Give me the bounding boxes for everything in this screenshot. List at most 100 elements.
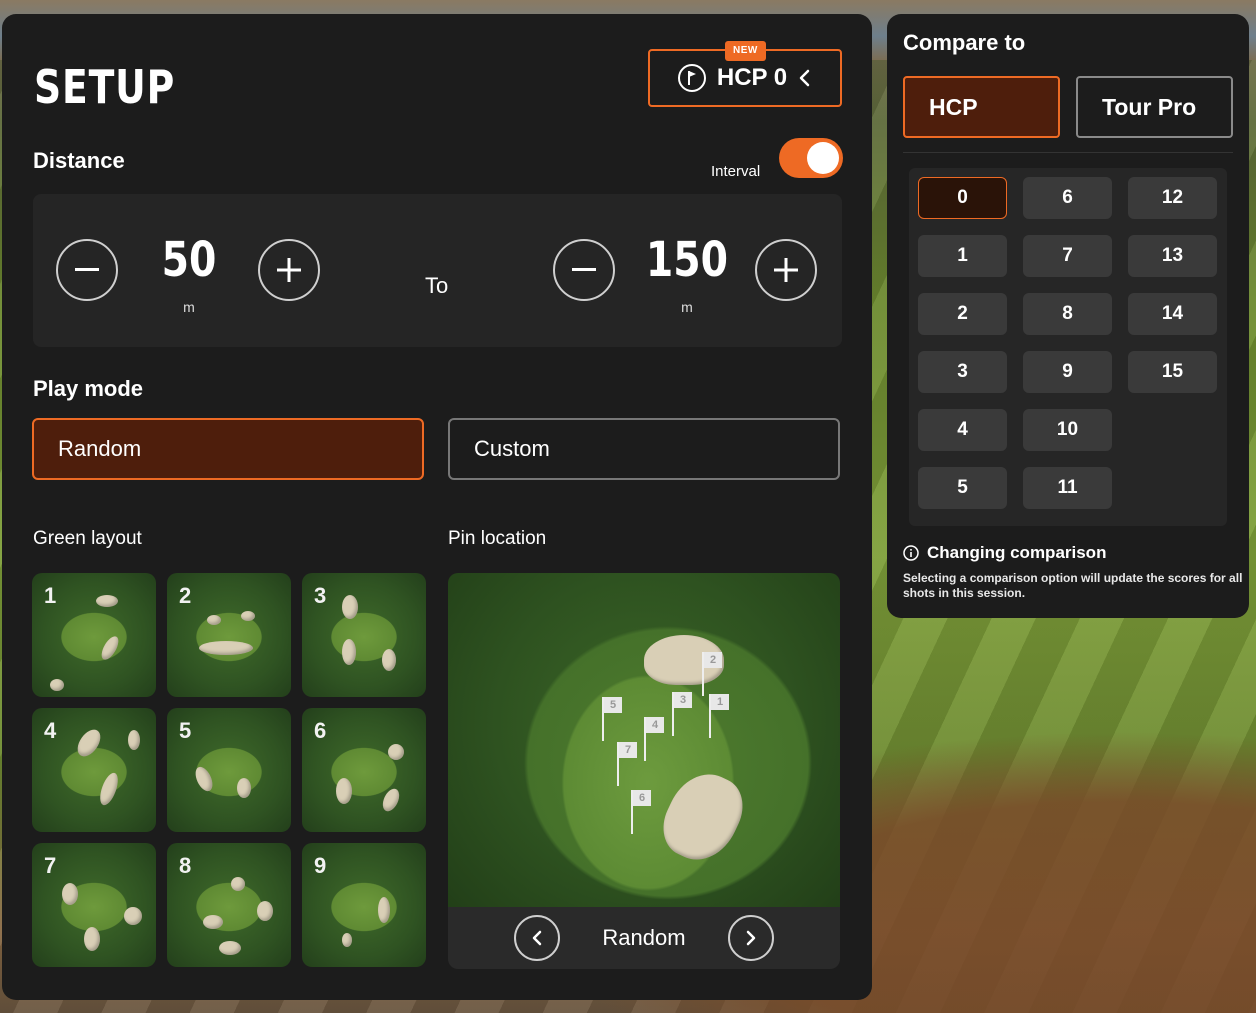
- play-mode-custom-button[interactable]: Custom: [448, 418, 840, 480]
- bunker: [73, 725, 105, 761]
- green-layout-tile[interactable]: 5: [167, 708, 291, 832]
- plus-icon: [277, 258, 301, 282]
- interval-toggle[interactable]: [779, 138, 843, 178]
- bunker: [219, 941, 241, 955]
- pin-flag-number: 1: [711, 694, 729, 710]
- chevron-right-icon: [745, 930, 757, 946]
- hcp-button-label: HCP 0: [716, 64, 788, 91]
- hcp-option[interactable]: 14: [1128, 293, 1217, 335]
- tile-number: 7: [44, 853, 57, 878]
- pin-flag-number: 7: [619, 742, 637, 758]
- hcp-option[interactable]: 6: [1023, 177, 1112, 219]
- hcp-option[interactable]: 9: [1023, 351, 1112, 393]
- green-layout-tile[interactable]: 4: [32, 708, 156, 832]
- tile-number: 9: [314, 853, 327, 878]
- hcp-option[interactable]: 15: [1128, 351, 1217, 393]
- bunker: [379, 786, 403, 814]
- hcp-grid: 0 1 2 3 4 5 6 7 8 9 10 11 12 13 14 15: [909, 168, 1227, 526]
- page-title: SETUP: [34, 60, 176, 114]
- pin-next-button[interactable]: [728, 915, 774, 961]
- bunker: [652, 762, 754, 872]
- bunker: [96, 595, 118, 607]
- bunker: [207, 615, 221, 625]
- chevron-left-icon: [797, 69, 813, 87]
- bunker: [382, 649, 396, 671]
- from-decrease-button[interactable]: [56, 239, 118, 301]
- to-distance-value: 150: [645, 232, 729, 288]
- hcp-option[interactable]: 11: [1023, 467, 1112, 509]
- bunker: [128, 730, 140, 750]
- compare-title: Compare to: [903, 30, 1026, 55]
- green-layout-tile[interactable]: 8: [167, 843, 291, 967]
- pin-flag-number: 2: [704, 652, 722, 668]
- to-decrease-button[interactable]: [553, 239, 615, 301]
- setup-panel: SETUP NEW HCP 0 Distance Interval 50 m 1…: [2, 14, 872, 1000]
- flag-circle-icon: [677, 63, 707, 93]
- green-layout-tile[interactable]: 3: [302, 573, 426, 697]
- bunker: [96, 770, 122, 808]
- minus-icon: [572, 268, 596, 272]
- bunker: [342, 933, 352, 947]
- bunker: [124, 907, 142, 925]
- from-distance-value: 50: [161, 232, 217, 288]
- divider: [903, 152, 1233, 153]
- distance-box: 50 m 150 m: [33, 194, 842, 347]
- bunker: [84, 927, 100, 951]
- hcp-option[interactable]: 1: [918, 235, 1007, 277]
- green-layout-tile[interactable]: 7: [32, 843, 156, 967]
- bunker: [203, 915, 223, 929]
- hcp-option[interactable]: 3: [918, 351, 1007, 393]
- from-increase-button[interactable]: [258, 239, 320, 301]
- info-icon: [903, 545, 919, 561]
- tile-number: 5: [179, 718, 192, 743]
- tile-number: 4: [44, 718, 57, 743]
- bunker: [378, 897, 390, 923]
- bunker: [237, 778, 251, 798]
- hcp-option[interactable]: 13: [1128, 235, 1217, 277]
- to-increase-button[interactable]: [755, 239, 817, 301]
- compare-panel: Compare to HCP Tour Pro 0 1 2 3 4 5 6 7 …: [887, 14, 1249, 618]
- bunker: [231, 877, 245, 891]
- plus-icon: [774, 258, 798, 282]
- tile-number: 8: [179, 853, 192, 878]
- compare-tour-pro-button[interactable]: Tour Pro: [1076, 76, 1233, 138]
- tile-number: 2: [179, 583, 192, 608]
- bunker: [199, 641, 253, 655]
- hcp-button[interactable]: NEW HCP 0: [648, 41, 842, 107]
- hcp-option[interactable]: 5: [918, 467, 1007, 509]
- green-layout-tile[interactable]: 1: [32, 573, 156, 697]
- hcp-option[interactable]: 8: [1023, 293, 1112, 335]
- green-layout-tile[interactable]: 9: [302, 843, 426, 967]
- bunker: [257, 901, 273, 921]
- green-layout-label: Green layout: [33, 528, 142, 549]
- compare-hcp-button[interactable]: HCP: [903, 76, 1060, 138]
- to-distance-unit: m: [681, 299, 693, 315]
- bunker: [342, 595, 358, 619]
- pin-location-selector: Random: [448, 907, 840, 969]
- bunker: [98, 633, 122, 663]
- pin-flag-number: 6: [633, 790, 651, 806]
- new-badge: NEW: [725, 41, 766, 61]
- hcp-option[interactable]: 7: [1023, 235, 1112, 277]
- bunker: [241, 611, 255, 621]
- hcp-option[interactable]: 4: [918, 409, 1007, 451]
- pin-location-label: Pin location: [448, 528, 547, 549]
- bunker: [192, 764, 216, 794]
- bunker: [342, 639, 356, 665]
- green-layout-tile[interactable]: 2: [167, 573, 291, 697]
- hcp-option[interactable]: 0: [918, 177, 1007, 219]
- pin-flag-number: 4: [646, 717, 664, 733]
- note-text: Selecting a comparison option will updat…: [903, 571, 1243, 600]
- pin-flag-number: 3: [674, 692, 692, 708]
- hcp-option[interactable]: 2: [918, 293, 1007, 335]
- pin-location-map: 1 2 3 4 5 6 7: [448, 573, 840, 907]
- pin-location-value: Random: [602, 925, 686, 950]
- tile-number: 6: [314, 718, 327, 743]
- green-layout-tile[interactable]: 6: [302, 708, 426, 832]
- bunker: [388, 744, 404, 760]
- play-mode-label: Play mode: [33, 376, 144, 401]
- hcp-option[interactable]: 12: [1128, 177, 1217, 219]
- hcp-option[interactable]: 10: [1023, 409, 1112, 451]
- play-mode-random-button[interactable]: Random: [32, 418, 424, 480]
- bunker: [50, 679, 64, 691]
